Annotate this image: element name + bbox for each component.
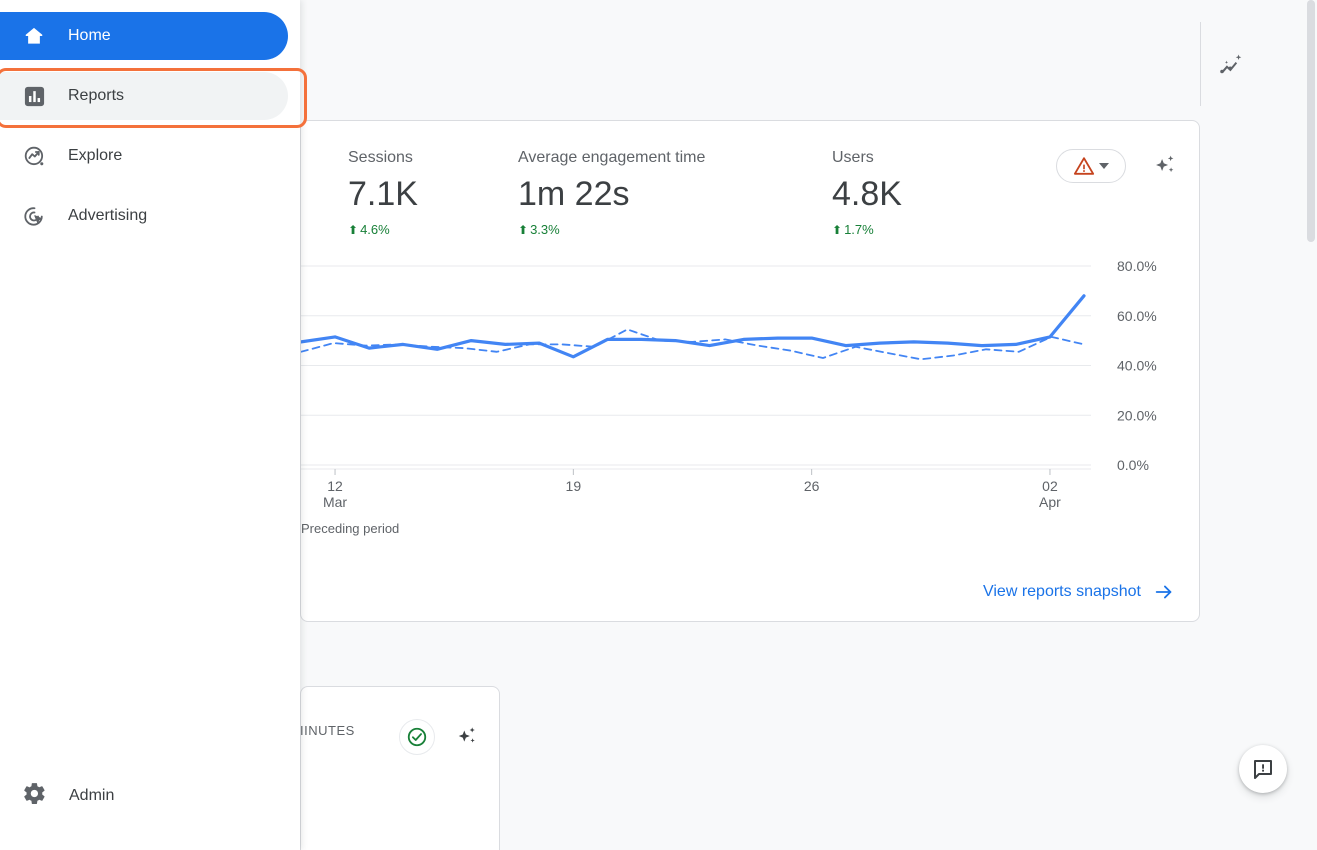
check-circle-icon[interactable] [399,719,435,755]
sidebar-item-home[interactable]: Home [0,12,288,60]
overview-card: Sessions 7.1K ⬆ 4.6% Average engagement … [300,120,1200,622]
sidebar-item-label: Advertising [68,207,148,224]
svg-text:Apr: Apr [1039,494,1061,510]
sidebar-item-advertising[interactable]: Advertising [0,192,288,240]
sidebar: Home Reports Explore Advertising Admin [0,0,307,850]
svg-text:40.0%: 40.0% [1117,358,1157,374]
home-icon [22,24,46,48]
chart-svg: 0.0% 20.0% 40.0% 60.0% 80.0% 12Mar 19 26 02Apr [301,258,1157,510]
sidebar-item-reports[interactable]: Reports [0,72,288,120]
svg-text:20.0%: 20.0% [1117,407,1157,423]
metric-label: Sessions [348,149,413,166]
svg-text:Mar: Mar [323,494,347,510]
sidebar-item-explore[interactable]: Explore [0,132,288,180]
scrollbar-thumb[interactable] [1307,0,1315,242]
top-bar-divider [1200,22,1201,106]
insights-sparkle-icon[interactable] [1212,45,1252,85]
card-footer: View reports snapshot [983,581,1175,603]
svg-text:02: 02 [1042,478,1058,494]
explore-icon [22,144,46,168]
svg-text:12: 12 [327,478,343,494]
vertical-scrollbar[interactable] [1305,0,1317,850]
sidebar-nav-list: Home Reports Explore Advertising [0,12,300,240]
metric-users: Users 4.8K ⬆ 1.7% [832,147,902,239]
sidebar-item-label: Admin [69,787,115,804]
chart-legend: Preceding period [301,521,399,536]
sidebar-item-label: Reports [68,87,125,104]
sidebar-item-admin[interactable]: Admin [0,772,300,820]
chevron-down-icon [1099,163,1109,169]
metric-sessions: Sessions 7.1K ⬆ 4.6% [348,147,418,239]
metric-label: Users [832,149,874,166]
sparkle-icon[interactable] [449,719,485,755]
advertising-icon [22,204,46,228]
sidebar-item-label: Home [68,27,111,44]
metrics-row: Sessions 7.1K ⬆ 4.6% Average engagement … [301,121,1199,237]
metric-value: 4.8K [832,175,902,213]
realtime-card: IINUTES [300,686,500,850]
gear-icon [22,781,47,811]
engagement-line-chart[interactable]: 0.0% 20.0% 40.0% 60.0% 80.0% 12 Mar 19 26 02 Apr [301,234,1199,534]
sidebar-item-label: Explore [68,147,123,164]
svg-text:19: 19 [566,478,582,494]
svg-text:60.0%: 60.0% [1117,308,1157,324]
svg-text:80.0%: 80.0% [1117,258,1157,274]
metric-value: 7.1K [348,175,418,213]
warning-triangle-icon [1073,157,1095,175]
view-reports-snapshot-link[interactable]: View reports snapshot [983,581,1141,603]
feedback-bubble-icon [1254,760,1272,779]
arrow-right-icon[interactable] [1153,581,1175,603]
metric-label: Average engagement time [518,149,706,166]
realtime-card-title: IINUTES [300,723,355,738]
metric-value: 1m 22s [518,175,630,213]
legend-label-preceding-period: Preceding period [301,521,400,536]
app-root: Sessions 7.1K ⬆ 4.6% Average engagement … [0,0,1317,850]
svg-text:0.0%: 0.0% [1117,457,1149,473]
feedback-button[interactable] [1239,745,1287,793]
svg-text:26: 26 [804,478,820,494]
metric-average-engagement-time: Average engagement time 1m 22s ⬆ 3.3% [518,147,705,239]
sparkle-icon[interactable] [1146,147,1184,185]
bar-chart-icon [22,84,46,108]
alert-dropdown-button[interactable] [1056,149,1126,183]
